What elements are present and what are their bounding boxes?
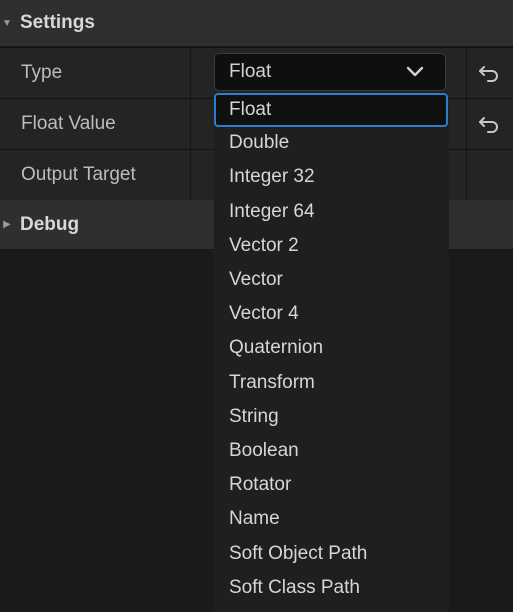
dropdown-option[interactable]: Boolean [214,434,449,468]
property-label-output-target: Output Target [21,164,136,185]
dropdown-option[interactable]: Integer 64 [214,195,449,229]
column-divider [466,150,467,200]
type-dropdown-list[interactable]: Float Double Integer 32 Integer 64 Vector 2V… [214,92,449,612]
dropdown-option[interactable]: Name [214,502,449,536]
dropdown-option[interactable]: Vector [214,263,449,297]
dropdown-option[interactable]: Integer 32 [214,160,449,194]
column-divider [466,48,467,98]
collapse-triangle-icon[interactable]: ▶ [0,219,14,230]
dropdown-option[interactable]: Soft Object Path [214,537,449,571]
dropdown-option[interactable]: Transform [214,366,449,400]
section-title-debug: Debug [20,213,80,235]
reset-to-default-icon[interactable] [476,61,502,85]
column-divider[interactable] [190,150,191,200]
property-label-type: Type [21,62,63,83]
dropdown-option[interactable]: Vector 2 [214,229,449,263]
column-divider[interactable] [190,99,191,149]
dropdown-option[interactable]: Rotator [214,468,449,502]
chevron-down-icon [406,66,424,77]
property-label-float-value: Float Value [21,113,116,134]
section-header-settings[interactable]: ▼ Settings [0,0,513,46]
reset-to-default-icon[interactable] [476,112,502,136]
type-combo-value: Float [229,61,272,82]
dropdown-option[interactable]: Vector 4 [214,297,449,331]
dropdown-option[interactable]: Quaternion [214,331,449,365]
type-combo-box[interactable]: Float [214,53,446,91]
expand-triangle-icon[interactable]: ▼ [0,18,14,29]
section-title-settings: Settings [20,12,95,33]
dropdown-option[interactable]: String [214,400,449,434]
dropdown-option[interactable]: Soft Class Path [214,571,449,605]
dropdown-option[interactable]: Double [214,126,449,160]
column-divider [466,99,467,149]
column-divider[interactable] [190,48,191,98]
dropdown-option[interactable]: Float [214,93,448,127]
